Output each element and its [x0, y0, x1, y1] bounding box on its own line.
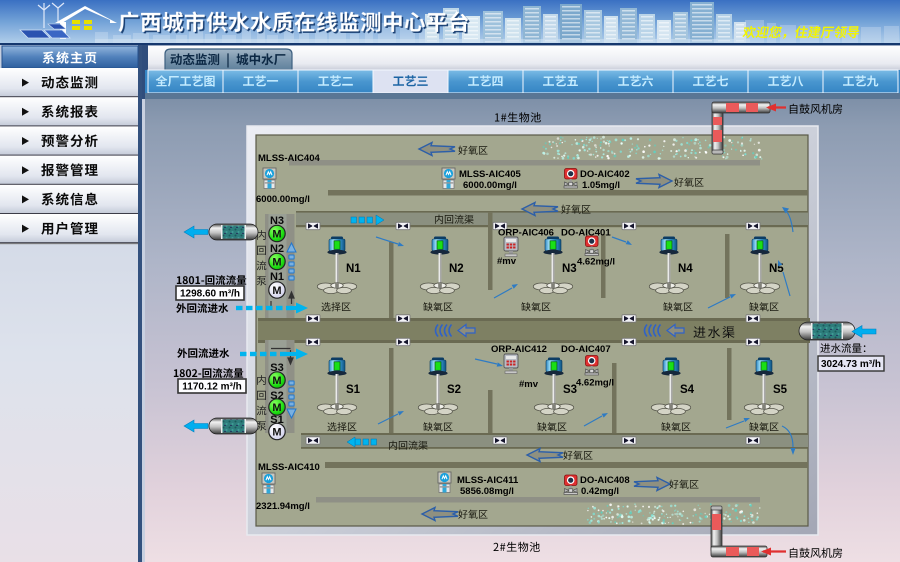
svg-text:6000.00mg/l: 6000.00mg/l — [463, 180, 517, 191]
svg-text:MLSS-AIC404: MLSS-AIC404 — [258, 153, 320, 164]
svg-text:2321.94mg/l: 2321.94mg/l — [256, 501, 310, 512]
svg-text:N4: N4 — [678, 263, 693, 275]
svg-text:1170.12 m³/h: 1170.12 m³/h — [182, 382, 241, 393]
svg-text:S1: S1 — [346, 384, 361, 396]
svg-text:4.62mg/l: 4.62mg/l — [577, 257, 615, 268]
svg-text:DO-AIC408: DO-AIC408 — [580, 475, 630, 486]
svg-text:M: M — [272, 427, 281, 439]
svg-text:1298.60 m³/h: 1298.60 m³/h — [180, 289, 240, 300]
svg-text:N3: N3 — [562, 263, 577, 275]
svg-text:S2: S2 — [447, 384, 461, 396]
svg-text:6000.00mg/l: 6000.00mg/l — [256, 194, 310, 205]
svg-text:0.42mg/l: 0.42mg/l — [581, 486, 619, 497]
svg-text:S3: S3 — [563, 384, 577, 396]
svg-text:M: M — [272, 375, 281, 387]
svg-text:5856.08mg/l: 5856.08mg/l — [460, 486, 514, 497]
svg-text:DO-AIC407: DO-AIC407 — [561, 344, 611, 355]
svg-text:3024.73 m³/h: 3024.73 m³/h — [821, 359, 881, 370]
svg-text:M: M — [272, 285, 281, 297]
svg-text:N2: N2 — [449, 263, 464, 275]
svg-text:DO-AIC402: DO-AIC402 — [580, 169, 630, 180]
svg-text:MLSS-AIC411: MLSS-AIC411 — [457, 475, 519, 486]
svg-text:M: M — [272, 257, 281, 269]
svg-text:ORP-AIC412: ORP-AIC412 — [491, 344, 547, 355]
svg-text:1.05mg/l: 1.05mg/l — [582, 180, 620, 191]
svg-text:4.62mg/l: 4.62mg/l — [576, 378, 614, 389]
svg-text:M: M — [272, 402, 281, 414]
svg-text:MLSS-AIC405: MLSS-AIC405 — [459, 169, 521, 180]
svg-text:MLSS-AIC410: MLSS-AIC410 — [258, 462, 320, 473]
svg-text:#mv: #mv — [519, 379, 539, 390]
svg-text:S5: S5 — [773, 384, 788, 396]
svg-text:M: M — [272, 229, 281, 241]
svg-text:#mv: #mv — [497, 256, 517, 267]
svg-text:S4: S4 — [680, 384, 695, 396]
svg-text:N1: N1 — [346, 263, 361, 275]
